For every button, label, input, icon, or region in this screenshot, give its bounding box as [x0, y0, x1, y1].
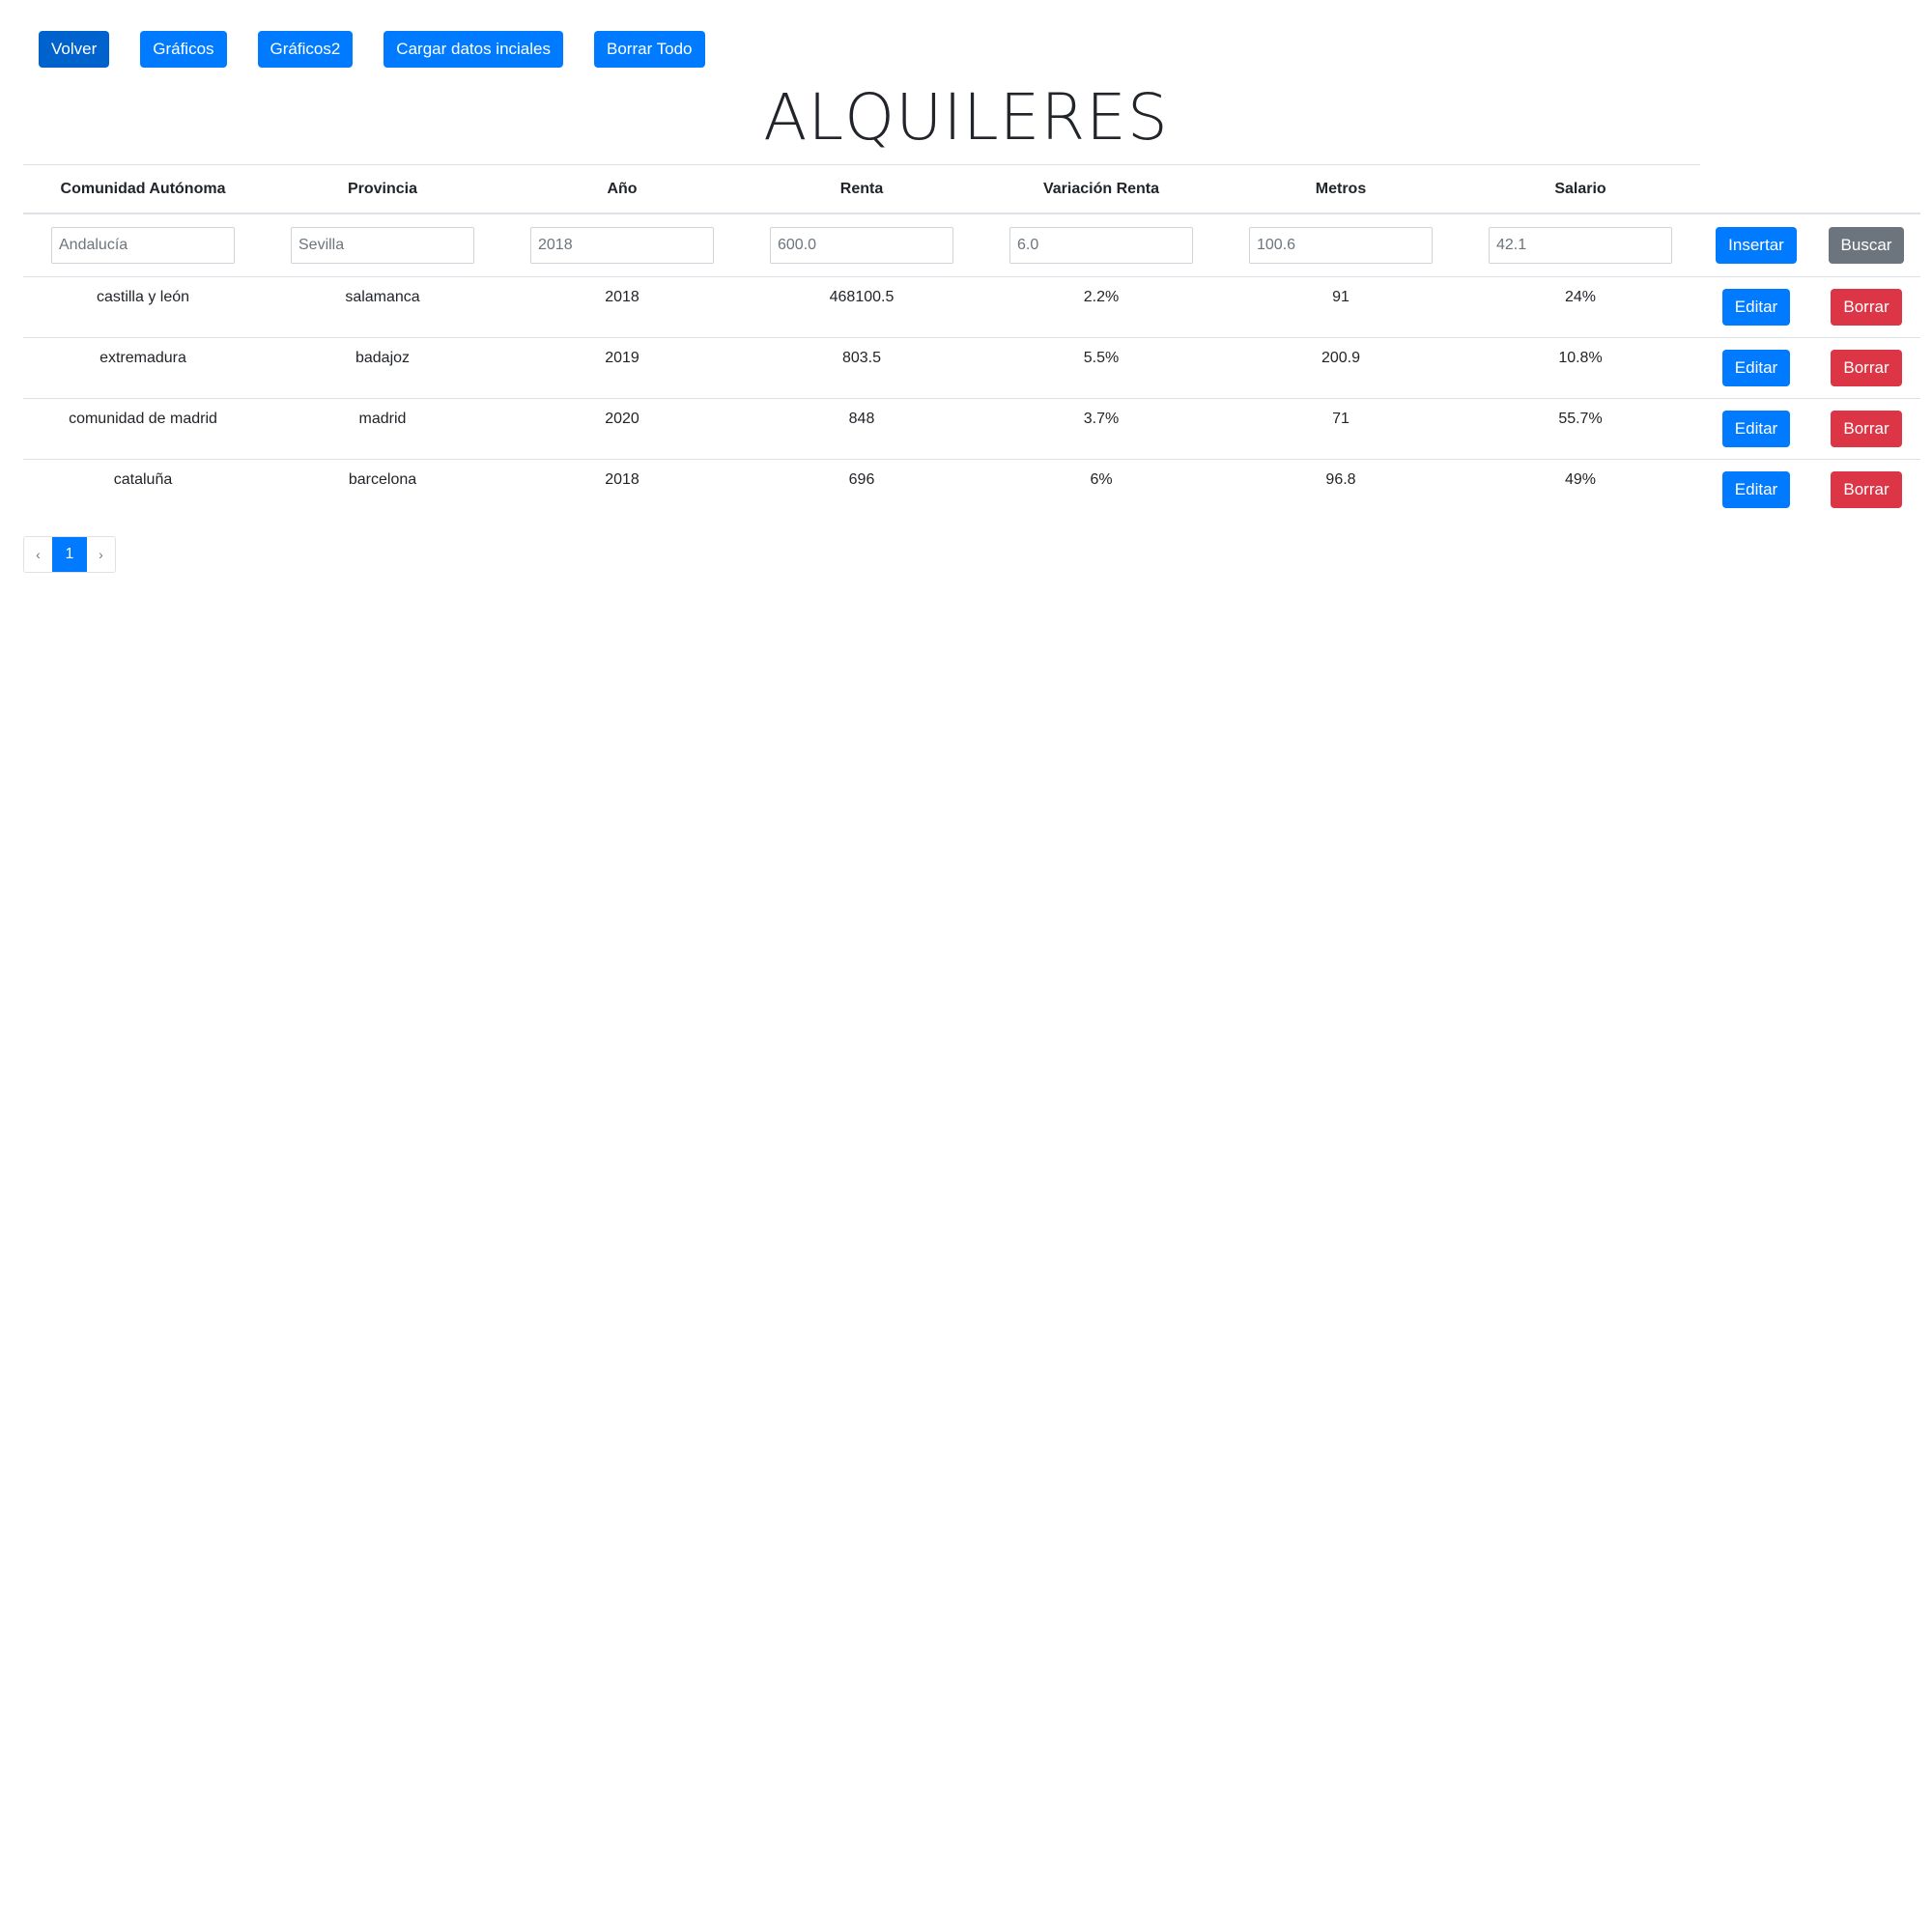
cell-renta: 803.5: [742, 337, 981, 399]
delete-all-button[interactable]: Borrar Todo: [594, 31, 705, 68]
table-header-row: Comunidad Autónoma Provincia Año Renta V…: [23, 164, 1920, 214]
column-header-actions-2: [1812, 164, 1920, 214]
renta-input[interactable]: [770, 227, 953, 264]
cell-variacion-renta: 3.7%: [981, 398, 1221, 460]
toolbar: Volver Gráficos Gráficos2 Cargar datos i…: [39, 31, 705, 68]
cell-metros: 200.9: [1221, 337, 1461, 399]
cell-comunidad: cataluña: [113, 471, 173, 488]
column-header-comunidad: Comunidad Autónoma: [23, 164, 263, 214]
cell-salario: 55.7%: [1461, 398, 1700, 460]
cell-comunidad: extremadura: [23, 337, 263, 399]
cell-variacion-renta: 2.2%: [981, 276, 1221, 338]
table-row: extremadura badajoz 2019 803.5 5.5% 200.…: [23, 337, 1920, 399]
cell-salario: 24%: [1461, 276, 1700, 338]
cell-renta: 468100.5: [742, 276, 981, 338]
cell-comunidad: comunidad de madrid: [23, 398, 263, 460]
column-header-ano: Año: [502, 164, 742, 214]
salario-input[interactable]: [1489, 227, 1672, 264]
comunidad-input[interactable]: [51, 227, 235, 264]
cell-metros: 71: [1221, 398, 1461, 460]
graficos-button[interactable]: Gráficos: [140, 31, 227, 68]
column-header-actions: [1700, 164, 1812, 214]
pagination: ‹ 1 ›: [23, 536, 116, 573]
cell-variacion-renta: 6%: [1090, 471, 1113, 488]
delete-button[interactable]: Borrar: [1831, 289, 1902, 326]
cell-provincia: salamanca: [263, 276, 502, 338]
cell-metros: 96.8: [1325, 471, 1356, 488]
cell-ano: 2019: [502, 337, 742, 399]
chevron-left-icon: ‹: [36, 547, 41, 562]
cell-renta: 848: [742, 398, 981, 460]
ano-input[interactable]: [530, 227, 714, 264]
search-button[interactable]: Buscar: [1828, 227, 1905, 264]
next-page-button[interactable]: ›: [87, 537, 115, 572]
cell-salario: 10.8%: [1461, 337, 1700, 399]
delete-button[interactable]: Borrar: [1831, 411, 1902, 447]
cell-provincia: barcelona: [348, 471, 417, 488]
edit-button[interactable]: Editar: [1721, 471, 1791, 508]
cell-ano: 2020: [502, 398, 742, 460]
column-header-renta: Renta: [742, 164, 981, 214]
volver-button[interactable]: Volver: [39, 31, 110, 68]
cell-renta: 696: [848, 471, 875, 488]
cell-metros: 91: [1221, 276, 1461, 338]
cell-salario: 49%: [1564, 471, 1597, 488]
edit-button[interactable]: Editar: [1721, 350, 1791, 386]
rentals-table: Comunidad Autónoma Provincia Año Renta V…: [23, 164, 1920, 520]
metros-input[interactable]: [1249, 227, 1433, 264]
cell-provincia: badajoz: [263, 337, 502, 399]
previous-page-button[interactable]: ‹: [24, 537, 52, 572]
load-initial-data-button[interactable]: Cargar datos inciales: [384, 31, 563, 68]
edit-button[interactable]: Editar: [1721, 411, 1791, 447]
delete-button[interactable]: Borrar: [1831, 350, 1902, 386]
table-row: cataluña barcelona 2018 696 6% 96.8 49% …: [23, 460, 1920, 521]
page-1-button[interactable]: 1: [52, 537, 87, 572]
cell-provincia: madrid: [263, 398, 502, 460]
provincia-input[interactable]: [291, 227, 474, 264]
graficos2-button[interactable]: Gráficos2: [257, 31, 354, 68]
delete-button[interactable]: Borrar: [1831, 471, 1902, 508]
table-row: comunidad de madrid madrid 2020 848 3.7%…: [23, 398, 1920, 460]
page-title: ALQUILERES: [763, 80, 1169, 155]
cell-variacion-renta: 5.5%: [981, 337, 1221, 399]
cell-ano: 2018: [605, 471, 639, 488]
column-header-variacion-renta: Variación Renta: [981, 164, 1221, 214]
column-header-provincia: Provincia: [263, 164, 502, 214]
chevron-right-icon: ›: [99, 547, 103, 562]
edit-button[interactable]: Editar: [1721, 289, 1791, 326]
column-header-salario: Salario: [1461, 164, 1700, 214]
variacion-renta-input[interactable]: [1009, 227, 1193, 264]
column-header-metros: Metros: [1221, 164, 1461, 214]
input-row: Insertar Buscar: [23, 213, 1920, 277]
insert-button[interactable]: Insertar: [1716, 227, 1797, 264]
cell-comunidad: castilla y león: [23, 276, 263, 338]
table-row: castilla y león salamanca 2018 468100.5 …: [23, 276, 1920, 338]
cell-ano: 2018: [502, 276, 742, 338]
